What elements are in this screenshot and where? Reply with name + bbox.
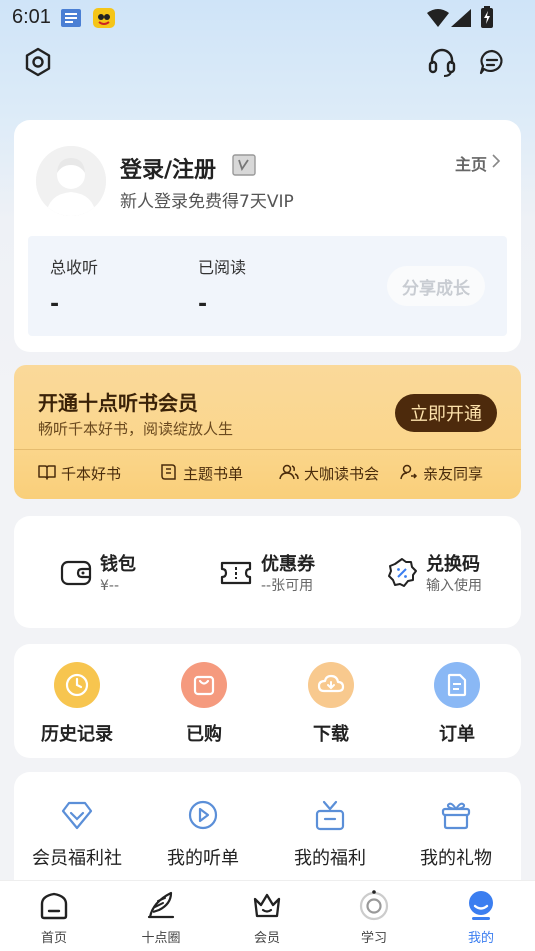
vip-feature-label: 主题书单 [183, 465, 244, 483]
chat-bubble-icon [477, 47, 507, 81]
vip-feature-books[interactable]: 千本好书 [38, 463, 121, 484]
my-gifts-label: 我的礼物 [420, 848, 492, 869]
vip-divider [14, 449, 521, 450]
vip-feature-booklists[interactable]: 主题书单 [160, 463, 243, 484]
headset-icon [426, 46, 458, 82]
vip-title: 开通十点听书会员 [38, 391, 198, 415]
my-playlists-entry[interactable]: 我的听单 [141, 798, 265, 870]
gift-icon [394, 798, 518, 832]
wallet-entry[interactable]: 钱包 ¥-- [60, 554, 136, 596]
customer-service-button[interactable] [424, 46, 460, 82]
study-icon [334, 889, 414, 921]
play-circle-icon [141, 798, 265, 832]
vip-subtitle: 畅听千本好书，阅读绽放人生 [38, 420, 234, 438]
purchased-entry[interactable]: 已购 [154, 662, 254, 746]
document-icon [434, 662, 480, 708]
new-user-promo: 新人登录免费得7天VIP [120, 192, 294, 212]
wallet-card: 钱包 ¥-- 优惠券 --张可用 兑换码 输入使用 [14, 516, 521, 628]
wifi-icon [426, 8, 450, 32]
read-count-value: - [198, 292, 208, 317]
app-notification-icon [92, 7, 116, 33]
clock-icon [54, 662, 100, 708]
tab-label: 十点圈 [141, 931, 181, 946]
settings-button[interactable] [20, 46, 56, 82]
diamond-icon [15, 798, 139, 832]
download-label: 下载 [313, 724, 349, 745]
my-benefits-label: 我的福利 [294, 848, 366, 869]
total-listened-label: 总收听 [50, 258, 99, 277]
signal-icon [450, 8, 472, 32]
book-open-icon [38, 464, 56, 484]
bottom-tab-bar: 首页 十点圈 会员 学习 我的 [0, 880, 535, 951]
tab-membership[interactable]: 会员 [227, 889, 307, 946]
login-register-link[interactable]: 登录/注册 [120, 152, 216, 184]
chevron-right-icon [491, 153, 501, 173]
coupon-entry[interactable]: 优惠券 --张可用 [219, 554, 315, 596]
status-time: 6:01 [12, 6, 51, 28]
my-benefits-entry[interactable]: 我的福利 [268, 798, 392, 870]
orders-label: 订单 [439, 724, 475, 745]
coupon-title: 优惠券 [261, 554, 315, 575]
vip-feature-label: 大咖读书会 [304, 465, 380, 483]
redeem-hint: 输入使用 [426, 578, 482, 594]
status-bar: 6:01 [0, 0, 535, 36]
history-entry[interactable]: 历史记录 [27, 662, 127, 746]
vip-feature-family-share[interactable]: 亲友同享 [400, 463, 483, 484]
gift-box-icon [268, 798, 392, 832]
tab-label: 会员 [253, 931, 280, 946]
vip-feature-label: 千本好书 [61, 465, 122, 483]
feather-icon [121, 889, 201, 921]
profile-card: 登录/注册 新人登录免费得7天VIP 主页 总收听 - 已阅读 - 分享成长 [14, 120, 521, 352]
battery-icon [480, 6, 494, 32]
redeem-code-entry[interactable]: 兑换码 输入使用 [386, 554, 482, 596]
share-user-icon [400, 464, 418, 484]
wallet-icon [60, 558, 92, 592]
share-growth-button[interactable]: 分享成长 [387, 266, 485, 306]
tab-label: 我的 [467, 931, 494, 946]
home-page-label: 主页 [454, 155, 487, 174]
vip-feature-reading-club[interactable]: 大咖读书会 [279, 463, 379, 484]
settings-hex-icon [22, 46, 54, 82]
redeem-title: 兑换码 [426, 554, 480, 575]
stats-panel: 总收听 - 已阅读 - 分享成长 [28, 236, 507, 336]
download-entry[interactable]: 下载 [281, 662, 381, 746]
tab-study[interactable]: 学习 [334, 889, 414, 946]
vip-feature-label: 亲友同享 [423, 465, 484, 483]
my-gifts-entry[interactable]: 我的礼物 [394, 798, 518, 870]
tab-mine[interactable]: 我的 [441, 889, 521, 946]
tab-ten-circle[interactable]: 十点圈 [121, 889, 201, 946]
bag-icon [181, 662, 227, 708]
vip-welfare-label: 会员福利社 [32, 848, 122, 869]
redeem-icon [386, 557, 418, 593]
orders-entry[interactable]: 订单 [407, 662, 507, 746]
open-vip-button[interactable]: 立即开通 [395, 394, 497, 432]
vip-welfare-entry[interactable]: 会员福利社 [15, 798, 139, 870]
messages-button[interactable] [474, 46, 510, 82]
history-label: 历史记录 [41, 724, 113, 745]
wallet-title: 钱包 [100, 554, 136, 575]
avatar[interactable] [36, 146, 106, 216]
vip-membership-card[interactable]: 开通十点听书会员 畅听千本好书，阅读绽放人生 立即开通 千本好书 主题书单 大咖… [14, 365, 521, 499]
wallet-balance: ¥-- [100, 578, 120, 594]
my-playlists-label: 我的听单 [167, 848, 239, 869]
read-count-label: 已阅读 [198, 258, 247, 277]
tab-label: 学习 [360, 931, 387, 946]
tab-home[interactable]: 首页 [14, 889, 94, 946]
home-icon [14, 889, 94, 921]
coupon-icon [219, 559, 253, 591]
coupon-count: --张可用 [261, 578, 314, 594]
vip-badge-icon [232, 154, 256, 180]
cloud-download-icon [308, 662, 354, 708]
quick-actions-card: 历史记录 已购 下载 订单 [14, 644, 521, 758]
notification-icon [60, 7, 82, 33]
crown-icon [227, 889, 307, 921]
booklist-icon [160, 463, 178, 484]
profile-icon [441, 889, 521, 921]
people-icon [279, 464, 299, 484]
total-listened-value: - [50, 292, 60, 317]
purchased-label: 已购 [186, 724, 222, 745]
home-page-link[interactable]: 主页 [455, 151, 501, 175]
tab-label: 首页 [40, 931, 67, 946]
